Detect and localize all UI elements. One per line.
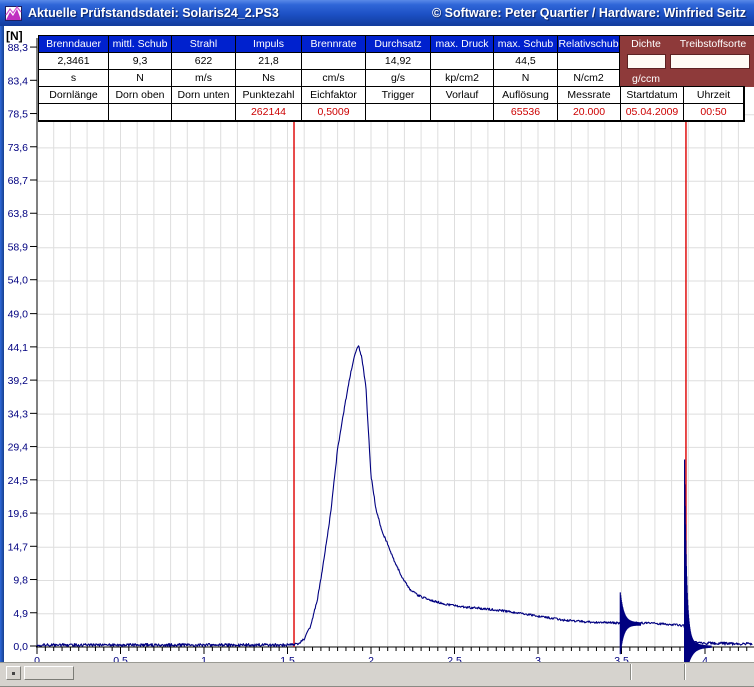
- setting-value-vorlauf: [431, 104, 494, 121]
- param-value-strahl: 622: [172, 53, 236, 70]
- setting-header-dorn-oben: Dorn oben: [109, 87, 172, 104]
- svg-text:34,3: 34,3: [8, 408, 29, 420]
- app-icon: [5, 6, 22, 21]
- svg-text:0,0: 0,0: [13, 641, 28, 653]
- title-bar: Aktuelle Prüfstandsdatei: Solaris24_2.PS…: [0, 0, 754, 26]
- thrust-time-chart[interactable]: 88,3 83,4 78,5 73,6 68,7 63,8 58,9 54,0 49,0 44,1…: [0, 26, 754, 687]
- param-value-mittl-schub: 9,3: [109, 53, 172, 70]
- setting-header-dorn-unten: Dorn unten: [172, 87, 236, 104]
- setting-header-punktezahl: Punktezahl: [236, 87, 302, 104]
- param-unit-brenndauer: s: [39, 70, 109, 87]
- param-unit-durchsatz: g/s: [366, 70, 431, 87]
- setting-header-vorlauf: Vorlauf: [431, 87, 494, 104]
- setting-value-messrate: 20.000: [558, 104, 621, 121]
- setting-value-dorn-oben: [109, 104, 172, 121]
- param-header-strahl: Strahl: [172, 36, 236, 53]
- dichte-unit-label: g/ccm: [620, 73, 672, 85]
- param-value-relativschub: [558, 53, 620, 70]
- param-header-impuls: Impuls: [236, 36, 302, 53]
- param-value-impuls: 21,8: [236, 53, 302, 70]
- svg-text:73,6: 73,6: [8, 142, 29, 154]
- scrollbar-left-button[interactable]: [6, 666, 21, 680]
- scrollbar-thumb[interactable]: [24, 666, 74, 680]
- y-axis-unit-label: [N]: [6, 29, 23, 43]
- setting-value-eichfaktor: 0,5009: [302, 104, 366, 121]
- setting-value-punktezahl: 262144: [236, 104, 302, 121]
- setting-value-uhrzeit: 00:50: [684, 104, 744, 121]
- svg-text:54,0: 54,0: [8, 275, 29, 287]
- param-unit-max-schub: N: [494, 70, 558, 87]
- svg-text:78,5: 78,5: [8, 109, 29, 121]
- svg-text:14,7: 14,7: [8, 541, 29, 553]
- svg-text:4,9: 4,9: [13, 608, 28, 620]
- param-value-max-druck: [431, 53, 494, 70]
- param-header-mittl-schub: mittl. Schub: [109, 36, 172, 53]
- parameter-table: Brenndauer mittl. Schub Strahl Impuls Br…: [38, 35, 621, 88]
- param-header-brennrate: Brennrate: [302, 36, 366, 53]
- param-header-relativschub: Relativschub: [558, 36, 620, 53]
- param-header-max-schub: max. Schub: [494, 36, 558, 53]
- setting-header-uhrzeit: Uhrzeit: [684, 87, 744, 104]
- window-title: Aktuelle Prüfstandsdatei: Solaris24_2.PS…: [28, 6, 279, 20]
- svg-text:49,0: 49,0: [8, 309, 29, 321]
- bottom-scrollbar-strip: [0, 662, 754, 687]
- treibstoffsorte-header: Treibstoffsorte: [672, 38, 754, 50]
- svg-text:9,8: 9,8: [13, 575, 28, 587]
- setting-value-dorn-unten: [172, 104, 236, 121]
- param-header-brenndauer: Brenndauer: [39, 36, 109, 53]
- settings-table: Dornlänge Dorn oben Dorn unten Punktezah…: [38, 86, 745, 122]
- dichte-header: Dichte: [620, 38, 672, 50]
- param-unit-brennrate: cm/s: [302, 70, 366, 87]
- fuel-panel: Dichte Treibstoffsorte g/ccm: [620, 35, 754, 87]
- app-window: { "title_bar": { "title": "Aktuelle Prüf…: [0, 0, 754, 687]
- setting-header-aufloesung: Auflösung: [494, 87, 558, 104]
- param-value-durchsatz: 14,92: [366, 53, 431, 70]
- param-unit-impuls: Ns: [236, 70, 302, 87]
- setting-header-messrate: Messrate: [558, 87, 621, 104]
- status-divider-2: [684, 664, 686, 680]
- svg-text:58,9: 58,9: [8, 241, 29, 253]
- param-unit-relativschub: N/cm2: [558, 70, 620, 87]
- svg-text:24,5: 24,5: [8, 475, 29, 487]
- setting-header-eichfaktor: Eichfaktor: [302, 87, 366, 104]
- status-divider-1: [630, 664, 632, 680]
- window-left-border: [0, 26, 4, 662]
- title-credit: © Software: Peter Quartier / Hardware: W…: [432, 6, 746, 20]
- param-value-brenndauer: 2,3461: [39, 53, 109, 70]
- setting-header-dornlaenge: Dornlänge: [39, 87, 109, 104]
- setting-header-trigger: Trigger: [366, 87, 431, 104]
- param-header-max-druck: max. Druck: [431, 36, 494, 53]
- setting-value-startdatum: 05.04.2009: [621, 104, 684, 121]
- svg-text:68,7: 68,7: [8, 175, 29, 187]
- svg-text:63,8: 63,8: [8, 208, 29, 220]
- scrollbar-button-dot: [12, 672, 15, 675]
- svg-text:39,2: 39,2: [8, 375, 29, 387]
- setting-value-dornlaenge: [39, 104, 109, 121]
- param-unit-strahl: m/s: [172, 70, 236, 87]
- param-value-max-schub: 44,5: [494, 53, 558, 70]
- svg-text:83,4: 83,4: [8, 75, 29, 87]
- svg-text:88,3: 88,3: [8, 42, 29, 54]
- svg-text:19,6: 19,6: [8, 508, 29, 520]
- param-unit-mittl-schub: N: [109, 70, 172, 87]
- treibstoffsorte-input[interactable]: [670, 54, 750, 69]
- param-value-brennrate: [302, 53, 366, 70]
- dichte-input[interactable]: [627, 54, 666, 69]
- setting-value-aufloesung: 65536: [494, 104, 558, 121]
- svg-text:29,4: 29,4: [8, 442, 29, 454]
- svg-text:44,1: 44,1: [8, 342, 29, 354]
- param-unit-max-druck: kp/cm2: [431, 70, 494, 87]
- setting-value-trigger: [366, 104, 431, 121]
- param-header-durchsatz: Durchsatz: [366, 36, 431, 53]
- setting-header-startdatum: Startdatum: [621, 87, 684, 104]
